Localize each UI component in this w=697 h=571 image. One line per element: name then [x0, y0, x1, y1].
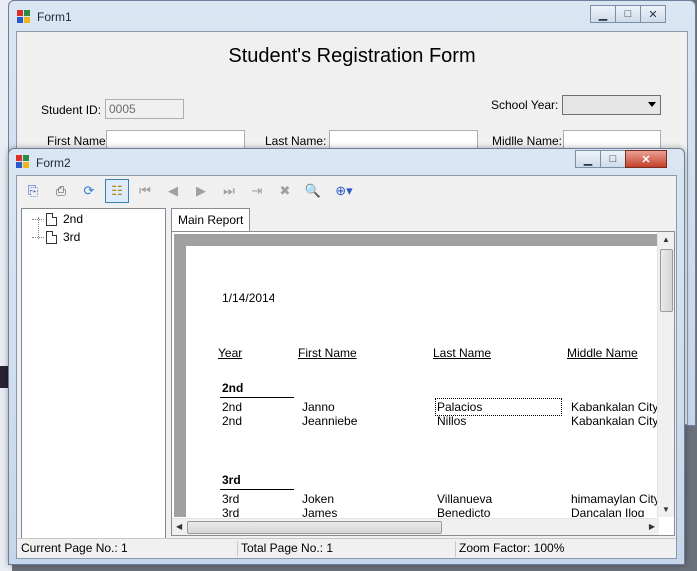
report-page: 1/14/2014 Year First Name Last Name Midd…: [186, 246, 660, 517]
group-header: 3rd: [222, 473, 241, 487]
middle-name-label: Midlle Name:: [492, 134, 563, 148]
table-cell: Kabankalan City: [571, 400, 659, 414]
zoom-icon[interactable]: ⊕▾: [329, 179, 359, 203]
minimize-button[interactable]: ▁: [575, 150, 601, 168]
student-id-label: Student ID:: [41, 103, 102, 117]
school-year-combo[interactable]: [562, 95, 661, 115]
vertical-scrollbar[interactable]: ▲ ▼: [657, 232, 674, 517]
vertical-scroll-thumb[interactable]: [660, 249, 673, 312]
chevron-down-icon: [648, 102, 656, 107]
column-header-year: Year: [218, 346, 243, 360]
table-cell: Dancalan Ilog: [571, 506, 645, 517]
refresh-icon[interactable]: ⟳: [77, 179, 101, 203]
column-header-first-name: First Name: [298, 346, 357, 360]
student-id-field[interactable]: 0005: [105, 99, 184, 119]
goto-page-icon[interactable]: ⇥: [245, 179, 269, 203]
current-page-status: Current Page No.: 1: [19, 541, 238, 557]
status-bar: Current Page No.: 1 Total Page No.: 1 Zo…: [17, 538, 676, 558]
first-name-field[interactable]: [106, 130, 245, 150]
group-tree: 2nd 3rd: [21, 208, 166, 541]
table-cell: Jeanniebe: [302, 414, 358, 428]
group-header: 2nd: [222, 381, 244, 395]
table-cell: James: [302, 506, 338, 517]
scroll-up-icon[interactable]: ▲: [662, 235, 670, 244]
column-header-middle-name: Middle Name: [567, 346, 638, 360]
tree-item-2nd[interactable]: 2nd: [32, 211, 83, 227]
document-icon: [46, 230, 57, 244]
group-underline: [220, 397, 294, 398]
table-cell: 2nd: [222, 414, 243, 428]
group-tree-icon[interactable]: ☷: [105, 178, 129, 203]
group-underline: [220, 489, 294, 490]
tree-item-label: 2nd: [63, 212, 84, 226]
last-name-field[interactable]: [329, 130, 478, 150]
scroll-down-icon[interactable]: ▼: [662, 505, 670, 514]
scroll-right-icon[interactable]: ▶: [649, 522, 655, 531]
report-canvas: 1/14/2014 Year First Name Last Name Midd…: [174, 234, 660, 517]
close-button[interactable]: ✕: [625, 150, 667, 168]
form2-window: Form2 ▁ □ ✕ ⎘ ⎙ ⟳ ☷ ⏮ ◀ ▶ ⏭ ⇥ ✖ 🔍 ⊕▾ 2nd: [8, 148, 685, 565]
table-cell: Joken: [302, 492, 335, 506]
table-cell: Janno: [302, 400, 335, 414]
total-page-status: Total Page No.: 1: [239, 541, 456, 557]
table-cell: Kabankalan City: [571, 414, 659, 428]
minimize-button[interactable]: ▁: [590, 5, 616, 23]
first-page-icon[interactable]: ⏮: [133, 179, 157, 203]
zoom-status: Zoom Factor: 100%: [459, 541, 565, 555]
horizontal-scroll-thumb[interactable]: [187, 521, 442, 534]
app-icon: [17, 10, 31, 24]
school-year-label: School Year:: [491, 98, 559, 112]
column-header-last-name: Last Name: [433, 346, 492, 360]
form2-client: ⎘ ⎙ ⟳ ☷ ⏮ ◀ ▶ ⏭ ⇥ ✖ 🔍 ⊕▾ 2nd 3rd Main Re…: [16, 175, 677, 559]
stop-icon[interactable]: ✖: [273, 179, 297, 203]
previous-page-icon[interactable]: ◀: [161, 179, 185, 203]
report-toolbar: ⎘ ⎙ ⟳ ☷ ⏮ ◀ ▶ ⏭ ⇥ ✖ 🔍 ⊕▾: [17, 176, 676, 205]
report-viewer: 1/14/2014 Year First Name Last Name Midd…: [171, 231, 675, 536]
table-cell: 2nd: [222, 400, 243, 414]
first-name-label: First Name:: [47, 134, 110, 148]
form2-title: Form2: [36, 156, 71, 170]
report-date: 1/14/2014: [222, 291, 274, 305]
print-icon[interactable]: ⎙: [49, 179, 73, 203]
close-button[interactable]: ✕: [640, 5, 666, 23]
form1-title: Form1: [37, 10, 72, 24]
horizontal-scrollbar[interactable]: ◀ ▶: [172, 518, 659, 535]
tree-item-3rd[interactable]: 3rd: [32, 229, 80, 245]
table-cell: 3rd: [222, 506, 240, 517]
scroll-left-icon[interactable]: ◀: [176, 522, 182, 531]
form-heading: Student's Registration Form: [228, 45, 476, 67]
table-cell: 3rd: [222, 492, 240, 506]
last-page-icon[interactable]: ⏭: [217, 179, 241, 203]
maximize-button[interactable]: □: [615, 5, 641, 23]
tree-item-label: 3rd: [63, 230, 81, 244]
form2-titlebar[interactable]: Form2 ▁ □ ✕: [9, 149, 684, 175]
maximize-button[interactable]: □: [600, 150, 626, 168]
table-cell: Benedicto: [437, 506, 491, 517]
app-icon: [16, 155, 30, 169]
table-cell: Nillos: [437, 414, 467, 428]
tab-main-report[interactable]: Main Report: [171, 208, 251, 232]
document-icon: [46, 212, 57, 226]
export-icon[interactable]: ⎘: [21, 179, 45, 203]
table-cell: himamaylan City: [571, 492, 660, 506]
last-name-label: Last Name:: [265, 134, 327, 148]
find-icon[interactable]: 🔍: [301, 179, 325, 203]
next-page-icon[interactable]: ▶: [189, 179, 213, 203]
middle-name-field[interactable]: [563, 130, 661, 150]
form1-titlebar[interactable]: Form1 ▁ □ ✕: [9, 1, 695, 31]
table-cell: Villanueva: [437, 492, 493, 506]
